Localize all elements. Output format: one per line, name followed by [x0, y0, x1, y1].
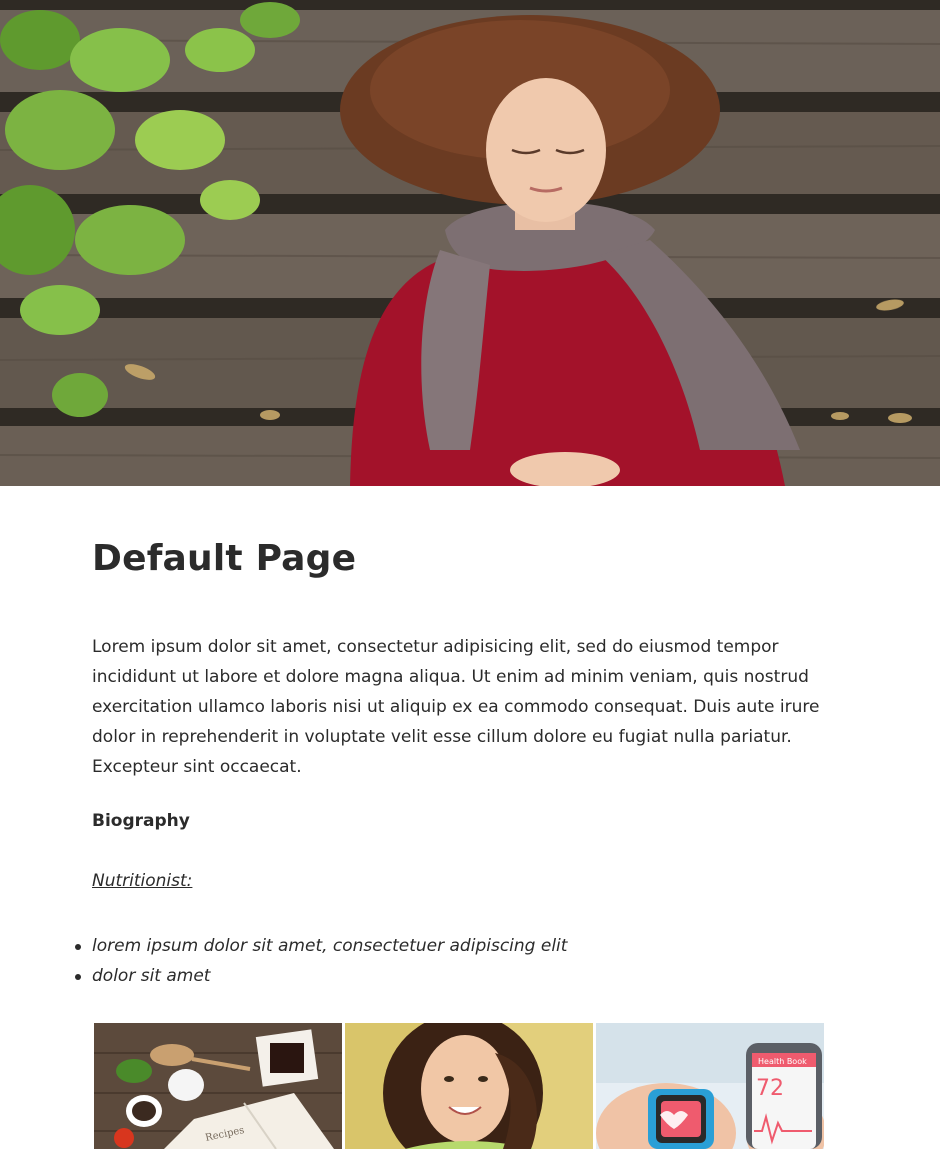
intro-paragraph: Lorem ipsum dolor sit amet, consectetur … [92, 637, 820, 777]
hero-illustration [0, 0, 940, 486]
list-item: dolor sit amet [74, 961, 567, 991]
list-item: lorem ipsum dolor sit amet, consectetuer… [74, 931, 567, 961]
health-app-title: Health Book [758, 1057, 807, 1066]
role-label: Nutritionist: [92, 871, 193, 891]
bullet-list: lorem ipsum dolor sit amet, consectetuer… [74, 931, 567, 991]
health-app-value: 72 [756, 1076, 784, 1101]
page-title: Default Page [92, 538, 357, 579]
recipes-photo[interactable]: Recipes [94, 1023, 342, 1149]
health-app-photo[interactable]: Health Book 72 [596, 1023, 844, 1149]
image-gallery: Recipes Health Book 72 [94, 1023, 844, 1149]
smiling-woman-photo[interactable] [345, 1023, 593, 1149]
biography-heading: Biography [92, 811, 190, 831]
hero-image [0, 0, 940, 486]
